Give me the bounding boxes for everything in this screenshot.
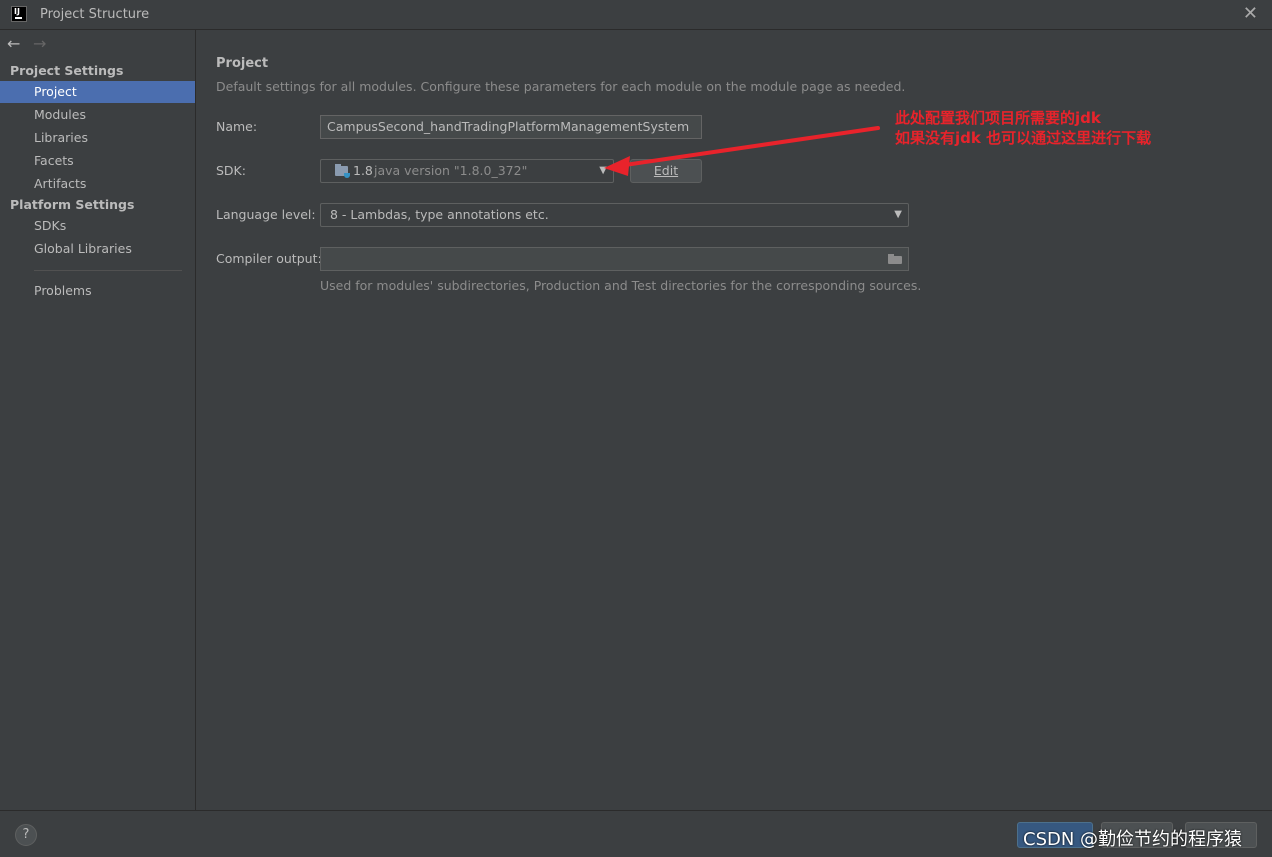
csdn-watermark: CSDN @勤俭节约的程序猿 [1023, 829, 1243, 850]
help-button[interactable]: ? [15, 824, 37, 846]
annotation-line-1: 此处配置我们项目所需要的jdk [895, 109, 1101, 127]
annotation-line-2: 如果没有jdk 也可以通过这里进行下载 [895, 129, 1152, 147]
annotation-text: 此处配置我们项目所需要的jdk 如果没有jdk 也可以通过这里进行下载 [895, 108, 1151, 148]
dialog-footer: ? CSDN @勤俭节约的程序猿 [0, 810, 1272, 857]
